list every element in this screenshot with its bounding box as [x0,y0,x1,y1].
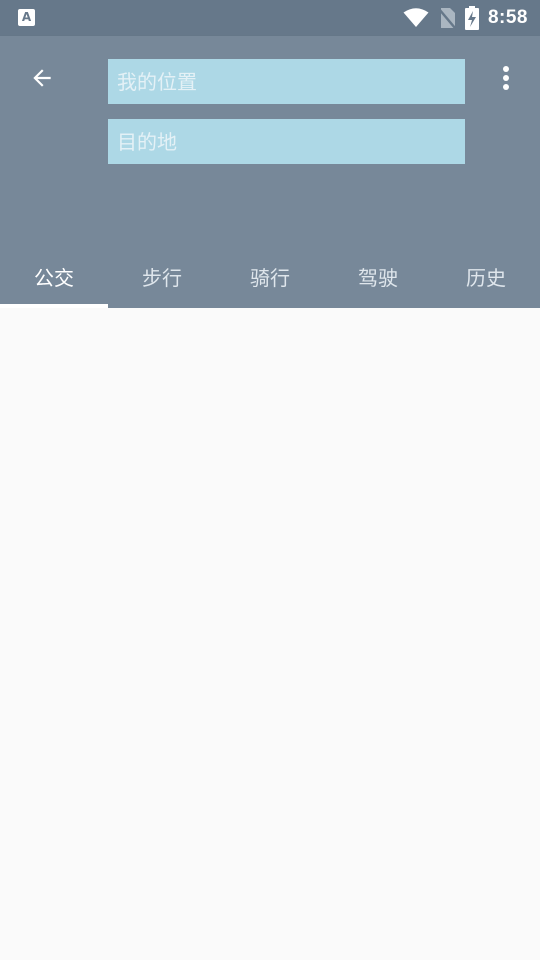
destination-input[interactable] [108,119,465,164]
tab-label: 公交 [34,265,74,290]
tab-walking[interactable]: 步行 [108,244,216,308]
route-toolbar: 公交 步行 骑行 驾驶 历史 [0,36,540,308]
tab-driving[interactable]: 驾驶 [324,244,432,308]
more-options-button[interactable] [486,54,526,102]
tab-transit[interactable]: 公交 [0,244,108,308]
tab-label: 驾驶 [358,265,398,290]
arrow-left-icon [33,69,51,87]
status-bar: A 8:58 [0,0,540,36]
tab-label: 历史 [466,265,506,290]
battery-charging-icon [464,6,479,30]
tab-label: 步行 [142,265,182,290]
origin-input[interactable] [108,59,465,104]
tab-history[interactable]: 历史 [432,244,540,308]
results-area [0,308,540,960]
no-sim-icon [438,8,456,29]
tab-label: 骑行 [250,265,290,290]
status-time: 8:58 [487,7,528,28]
more-vertical-icon [503,66,509,90]
back-button[interactable] [18,54,66,102]
wifi-icon [403,8,429,27]
app-notification-icon: A [18,9,35,26]
travel-mode-tabs: 公交 步行 骑行 驾驶 历史 [0,244,540,308]
status-icons: 8:58 [403,0,528,36]
tab-cycling[interactable]: 骑行 [216,244,324,308]
